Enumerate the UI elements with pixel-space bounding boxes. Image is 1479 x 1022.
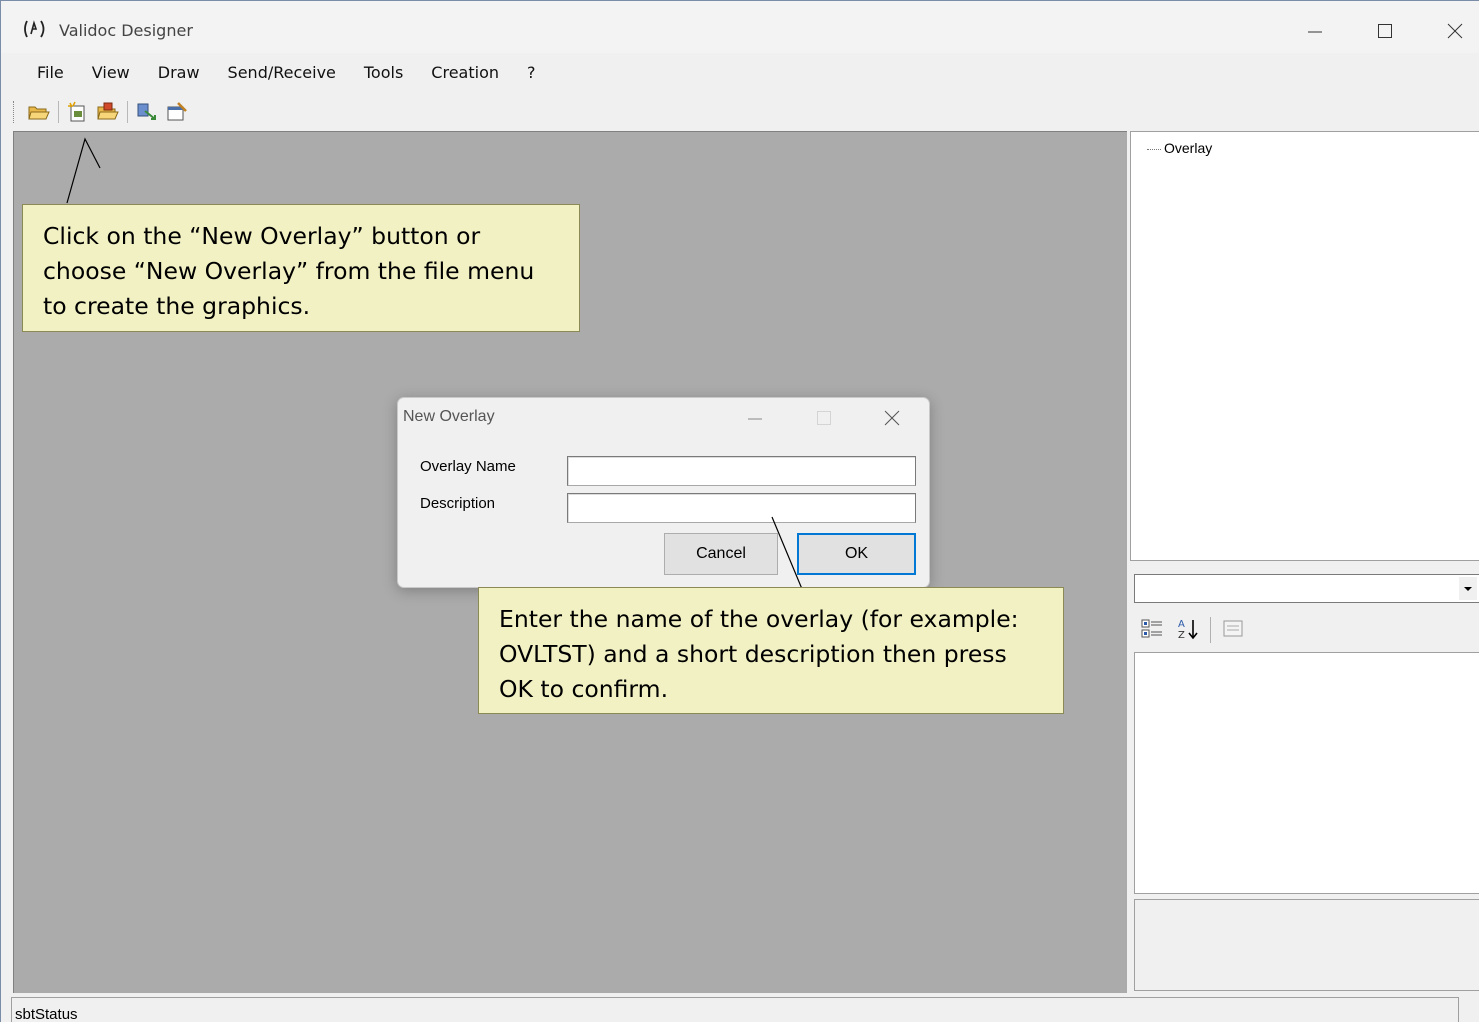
open-overlay-button[interactable] xyxy=(95,99,121,125)
svg-text:Z: Z xyxy=(1178,630,1185,641)
dialog-minimize-button[interactable] xyxy=(735,404,775,432)
send-receive-icon xyxy=(137,103,156,120)
toolbar-grip[interactable] xyxy=(13,101,16,123)
combo-dropdown-button[interactable] xyxy=(1459,577,1477,600)
properties-button[interactable] xyxy=(164,99,190,125)
app-logo-icon xyxy=(23,17,47,41)
dialog-maximize-button xyxy=(804,404,844,432)
description-input[interactable] xyxy=(567,493,916,523)
open-overlay-icon xyxy=(97,102,119,120)
tree-item-label: Overlay xyxy=(1164,140,1213,156)
menu-creation[interactable]: Creation xyxy=(417,61,513,87)
cancel-button-label: Cancel xyxy=(696,545,746,562)
status-bar: sbtStatus xyxy=(1,997,1479,1022)
callout-text: Click on the “New Overlay” button or cho… xyxy=(43,222,535,320)
property-grid[interactable] xyxy=(1134,652,1479,894)
callout-text: Enter the name of the overlay (for examp… xyxy=(499,605,1019,703)
tree-connector xyxy=(1147,148,1161,150)
object-selector-combo[interactable] xyxy=(1134,574,1479,603)
menu-view[interactable]: View xyxy=(78,61,144,87)
new-overlay-button[interactable] xyxy=(65,99,91,125)
overlay-tree[interactable]: Overlay xyxy=(1130,131,1479,561)
new-overlay-dialog: New Overlay Overlay Name Description Can… xyxy=(397,397,930,588)
new-overlay-callout: Click on the “New Overlay” button or cho… xyxy=(22,204,580,332)
menu-draw[interactable]: Draw xyxy=(144,61,214,87)
description-label: Description xyxy=(420,495,496,512)
window-title: Validoc Designer xyxy=(59,21,193,40)
toolbar-separator xyxy=(58,101,59,123)
property-pages-button[interactable] xyxy=(1219,616,1247,645)
menu-send-receive[interactable]: Send/Receive xyxy=(214,61,350,87)
close-button[interactable] xyxy=(1433,15,1479,47)
menu-bar: File View Draw Send/Receive Tools Creati… xyxy=(23,61,550,87)
send-receive-button[interactable] xyxy=(134,99,160,125)
open-button[interactable] xyxy=(26,99,52,125)
chevron-down-icon xyxy=(1464,586,1472,591)
status-panel: sbtStatus xyxy=(11,997,1459,1022)
maximize-icon xyxy=(817,411,831,425)
close-icon xyxy=(1447,23,1463,39)
categorized-icon xyxy=(1141,619,1162,637)
app-window: Validoc Designer File View Draw Send/Rec… xyxy=(0,0,1479,1022)
menu-file[interactable]: File xyxy=(23,61,78,87)
property-pages-icon xyxy=(1223,620,1243,636)
overlay-name-callout: Enter the name of the overlay (for examp… xyxy=(478,587,1064,714)
dialog-close-button[interactable] xyxy=(872,404,912,432)
minimize-icon xyxy=(1308,31,1322,33)
cancel-button[interactable]: Cancel xyxy=(664,533,778,575)
overlay-name-input[interactable] xyxy=(567,456,916,486)
maximize-icon xyxy=(1378,24,1392,38)
toolbar-separator xyxy=(1210,617,1211,643)
properties-icon xyxy=(167,102,187,121)
open-folder-icon xyxy=(28,106,50,120)
menu-tools[interactable]: Tools xyxy=(350,61,417,87)
svg-text:A: A xyxy=(1178,619,1185,630)
minimize-icon xyxy=(748,418,762,420)
alphabetical-button[interactable]: A Z xyxy=(1174,616,1202,645)
toolbar-separator xyxy=(127,101,128,123)
ok-button[interactable]: OK xyxy=(797,533,916,575)
property-description-panel xyxy=(1134,899,1479,991)
minimize-button[interactable] xyxy=(1293,15,1339,47)
menu-help[interactable]: ? xyxy=(513,61,550,87)
new-overlay-icon xyxy=(68,101,85,122)
tree-item-overlay[interactable]: Overlay xyxy=(1147,140,1212,156)
alphabetical-sort-icon: A Z xyxy=(1178,619,1198,641)
ok-button-label: OK xyxy=(844,545,869,562)
main-toolbar xyxy=(13,97,194,127)
overlay-name-label: Overlay Name xyxy=(420,458,516,475)
property-toolbar: A Z xyxy=(1134,613,1247,647)
categorized-button[interactable] xyxy=(1138,616,1166,645)
title-bar[interactable]: Validoc Designer xyxy=(1,1,1479,53)
close-icon xyxy=(884,410,900,426)
maximize-button[interactable] xyxy=(1363,15,1409,47)
status-text: sbtStatus xyxy=(15,1006,78,1022)
dialog-title: New Overlay xyxy=(403,408,495,425)
